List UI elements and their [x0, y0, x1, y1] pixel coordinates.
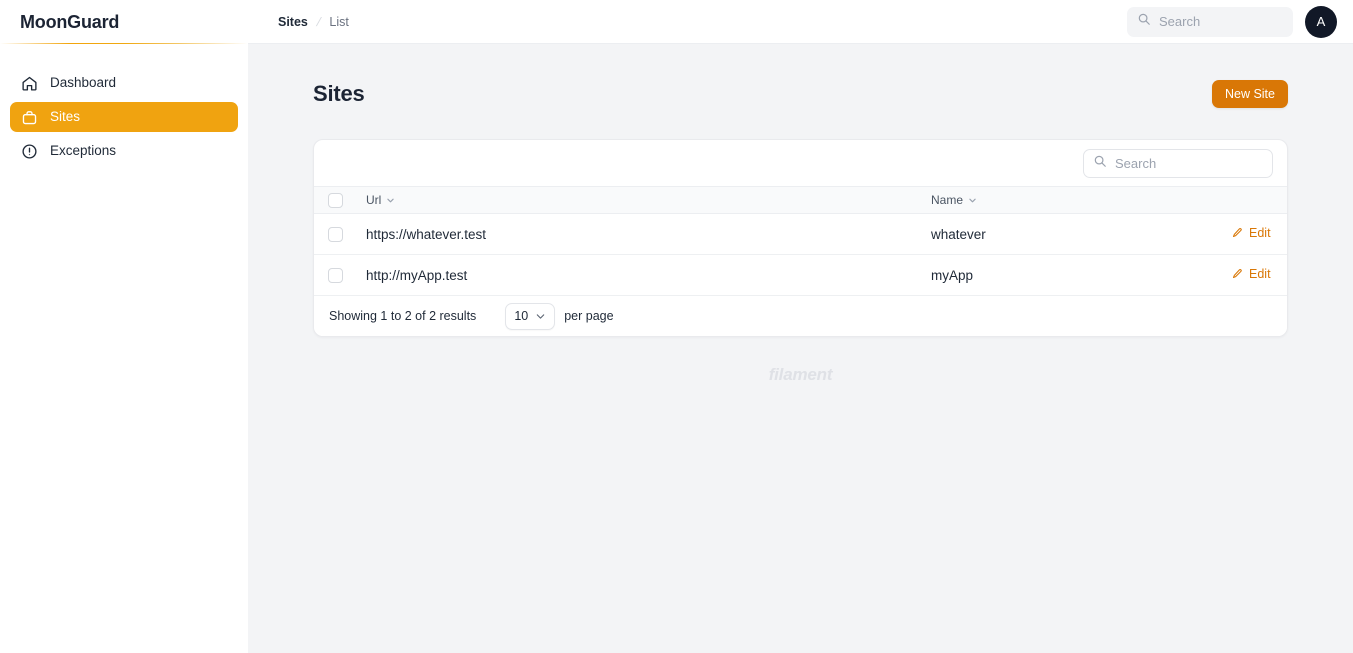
avatar[interactable]: A: [1305, 5, 1337, 38]
pencil-icon: [1231, 268, 1243, 280]
row-checkbox[interactable]: [328, 267, 343, 283]
row-select-cell: [314, 213, 366, 255]
column-header-actions: [1231, 186, 1287, 214]
table-toolbar: [314, 140, 1287, 186]
row-checkbox[interactable]: [328, 226, 343, 242]
edit-label: Edit: [1249, 267, 1271, 281]
topbar: Sites / List A: [248, 0, 1353, 44]
page-title: Sites: [313, 81, 365, 106]
column-header-url: Url: [366, 186, 931, 214]
sort-name-button[interactable]: Name: [931, 193, 977, 207]
topbar-actions: A: [1127, 5, 1337, 38]
table-row: https://whatever.test whatever Edit: [314, 213, 1287, 255]
main-area: Sites / List A: [248, 0, 1353, 653]
select-all-checkbox[interactable]: [328, 192, 343, 208]
row-select-cell: [314, 254, 366, 296]
cell-url: http://myApp.test: [366, 254, 931, 296]
pencil-icon: [1231, 227, 1243, 239]
edit-button[interactable]: Edit: [1231, 267, 1271, 281]
home-icon: [20, 74, 38, 92]
edit-button[interactable]: Edit: [1231, 226, 1271, 240]
sidebar-item-exceptions[interactable]: Exceptions: [10, 136, 238, 166]
column-label: Url: [366, 193, 382, 207]
sidebar-nav: Dashboard Sites Exceptions: [0, 44, 248, 166]
edit-label: Edit: [1249, 226, 1271, 240]
search-icon: [1093, 154, 1107, 173]
column-header-name: Name: [931, 186, 1231, 214]
brand-header: MoonGuard: [0, 0, 248, 44]
global-search[interactable]: [1127, 6, 1293, 37]
select-all-header: [314, 186, 366, 214]
briefcase-icon: [20, 108, 38, 126]
per-page-select[interactable]: 10: [505, 302, 556, 330]
breadcrumb-item-sites[interactable]: Sites: [278, 15, 308, 29]
table-footer: Showing 1 to 2 of 2 results 10 per page: [314, 296, 1287, 336]
brand-divider: [0, 43, 248, 44]
table-body: https://whatever.test whatever Edit http…: [314, 213, 1287, 296]
chevron-down-icon: [968, 196, 977, 205]
sites-table-card: Url Name: [313, 139, 1288, 337]
row-actions: Edit: [1231, 254, 1287, 296]
breadcrumb-separator: /: [314, 14, 323, 29]
new-site-button[interactable]: New Site: [1211, 80, 1288, 108]
sidebar-item-sites[interactable]: Sites: [10, 102, 238, 132]
sidebar-item-label: Exceptions: [50, 143, 117, 159]
app-root: MoonGuard Dashboard Sites Exceptions Sit…: [0, 0, 1353, 653]
sidebar-item-label: Sites: [50, 109, 81, 125]
page-header: Sites New Site: [313, 44, 1288, 108]
filament-watermark: filament: [768, 365, 833, 384]
sidebar-item-label: Dashboard: [50, 75, 117, 91]
chevron-down-icon: [535, 311, 546, 322]
per-page-value: 10: [514, 309, 529, 323]
breadcrumb: Sites / List: [278, 15, 349, 29]
results-count: Showing 1 to 2 of 2 results: [329, 309, 477, 323]
search-icon: [1137, 12, 1151, 31]
breadcrumb-item-list: List: [329, 14, 349, 29]
sidebar: MoonGuard Dashboard Sites Exceptions: [0, 0, 248, 653]
per-page-label: per page: [564, 309, 614, 323]
avatar-initial: A: [1316, 14, 1326, 29]
global-search-input[interactable]: [1159, 14, 1283, 29]
column-label: Name: [931, 193, 964, 207]
table-header-row: Url Name: [314, 186, 1287, 214]
chevron-down-icon: [386, 196, 395, 205]
cell-name: myApp: [931, 254, 1231, 296]
sites-table: Url Name https://whatever.test whatever …: [314, 186, 1287, 296]
sort-url-button[interactable]: Url: [366, 193, 395, 207]
cell-url: https://whatever.test: [366, 213, 931, 255]
table-search[interactable]: [1083, 148, 1273, 178]
sidebar-item-dashboard[interactable]: Dashboard: [10, 68, 238, 98]
page-content: Sites New Site Search Url Name https://w…: [248, 44, 1353, 653]
table-search-input[interactable]: [1115, 155, 1263, 171]
exclamation-circle-icon: [20, 142, 38, 160]
cell-name: whatever: [931, 213, 1231, 255]
table-row: http://myApp.test myApp Edit: [314, 254, 1287, 296]
table-head: Url Name: [314, 186, 1287, 214]
per-page-group: 10 per page: [505, 302, 614, 330]
brand-name: MoonGuard: [20, 11, 120, 32]
row-actions: Edit: [1231, 213, 1287, 255]
